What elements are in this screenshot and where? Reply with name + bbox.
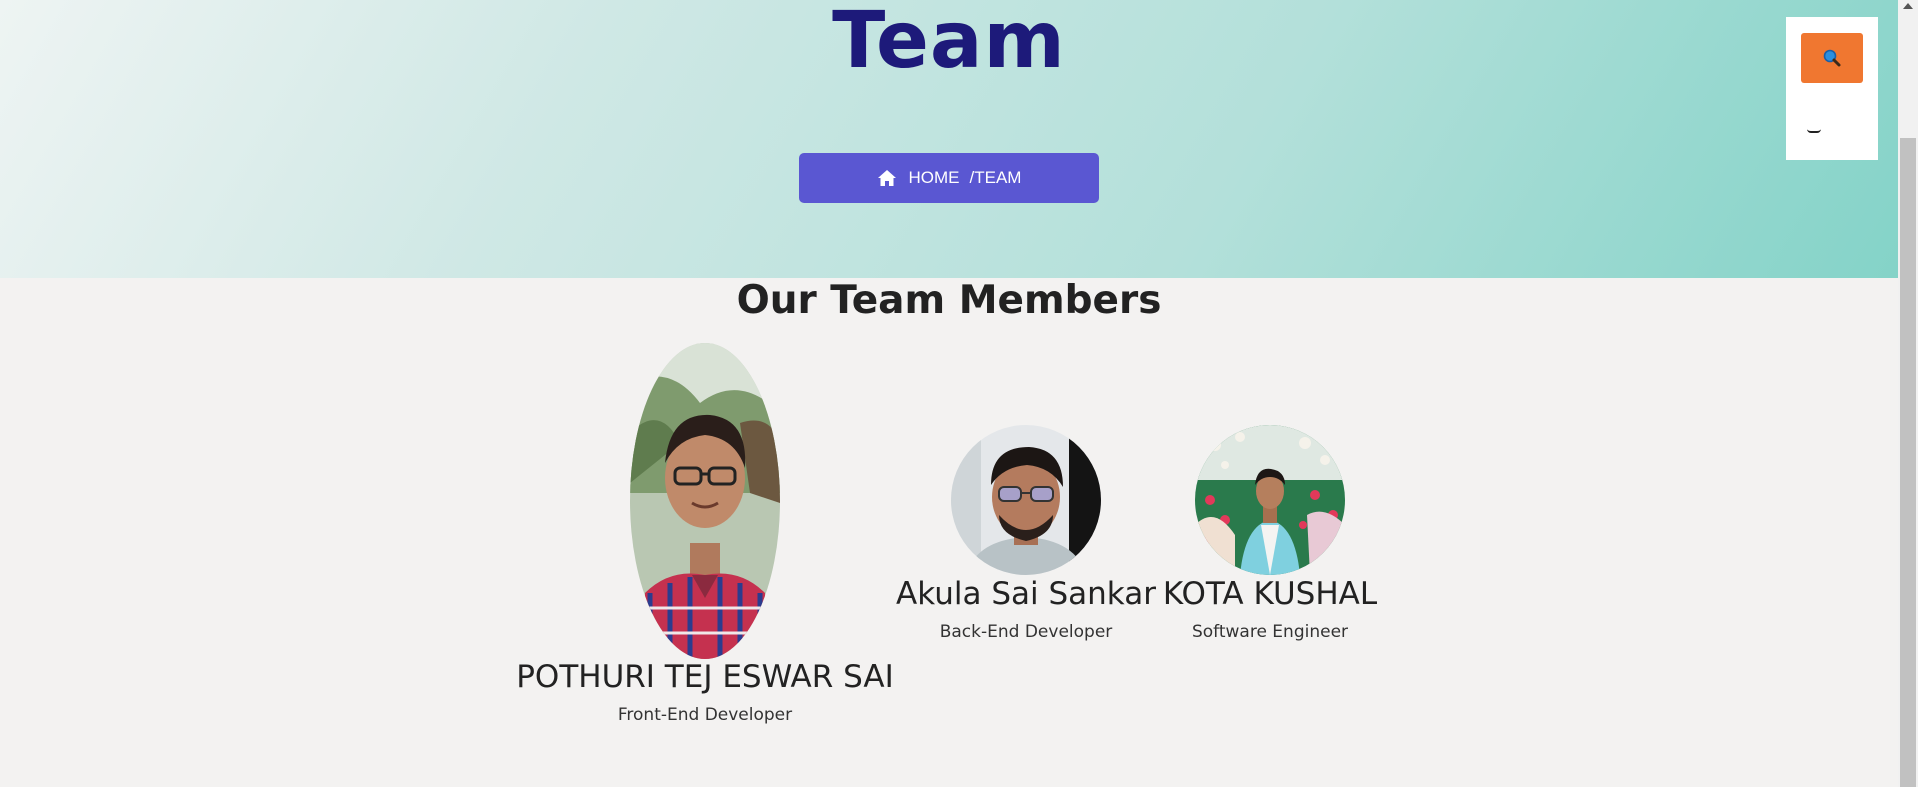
hero-banner: Team HOME /TEAM bbox=[0, 0, 1898, 278]
portrait-illustration bbox=[630, 343, 780, 659]
scroll-up-arrow-icon[interactable] bbox=[1903, 3, 1913, 9]
portrait-illustration bbox=[1195, 425, 1345, 575]
section-title: Our Team Members bbox=[736, 278, 1162, 323]
search-icon bbox=[1823, 49, 1841, 67]
member-role: Software Engineer bbox=[1191, 622, 1349, 642]
team-member-card: KOTA KUSHAL Software Engineer bbox=[1120, 576, 1420, 642]
breadcrumb-home-link[interactable]: HOME bbox=[909, 168, 960, 188]
breadcrumb-current: /TEAM bbox=[969, 168, 1022, 187]
member-name: KOTA KUSHAL bbox=[1162, 576, 1378, 612]
avatar-photo bbox=[951, 425, 1101, 575]
scrollbar-thumb[interactable] bbox=[1900, 138, 1916, 787]
member-role: Front-End Developer bbox=[617, 705, 793, 725]
avatar-photo bbox=[630, 343, 780, 659]
floating-side-panel bbox=[1786, 17, 1878, 160]
portrait-illustration bbox=[951, 425, 1101, 575]
search-button[interactable] bbox=[1801, 33, 1863, 83]
breadcrumb[interactable]: HOME /TEAM bbox=[799, 153, 1099, 203]
panel-mark bbox=[1807, 128, 1821, 133]
team-member-card: POTHURI TEJ ESWAR SAI Front-End Develope… bbox=[504, 659, 906, 725]
avatar-photo bbox=[1195, 425, 1345, 575]
scrollbar[interactable] bbox=[1898, 0, 1918, 787]
home-icon bbox=[877, 170, 896, 186]
member-name: POTHURI TEJ ESWAR SAI bbox=[516, 659, 894, 695]
page-title: Team bbox=[832, 0, 1066, 86]
